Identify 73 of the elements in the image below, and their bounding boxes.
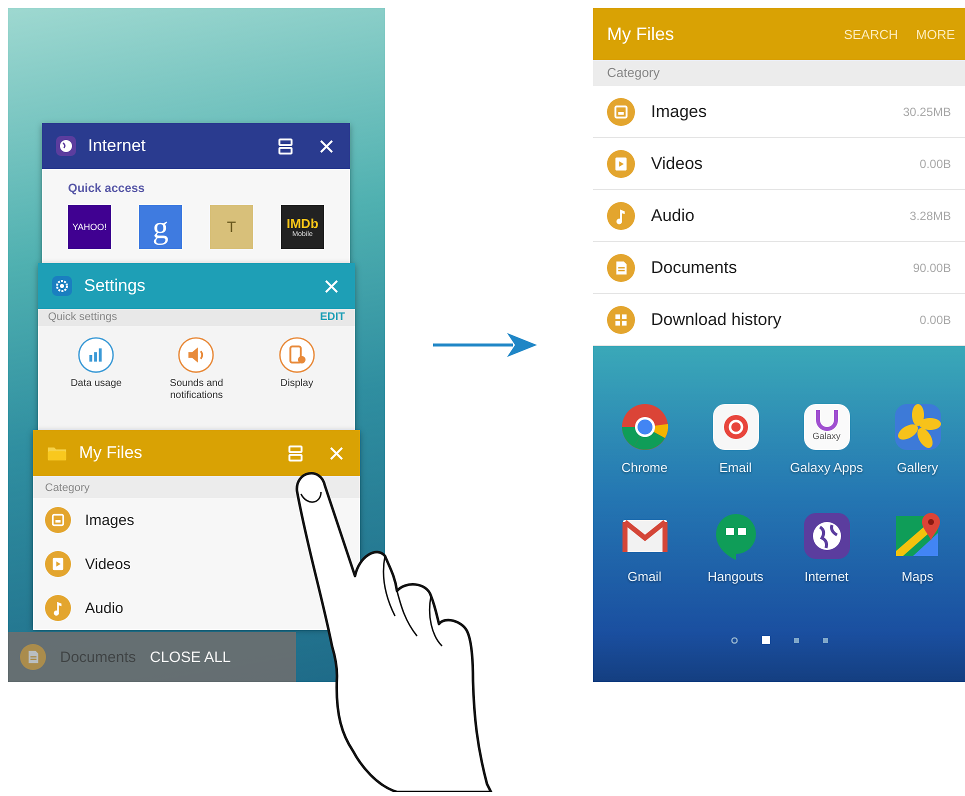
browser-circle-icon[interactable] [620,402,670,452]
category-size: 30.25MB [902,104,951,118]
quick-setting-label: Data usage [70,378,123,390]
split-screen-icon[interactable] [278,138,293,154]
icon-logo-text: Galaxy [811,431,842,441]
flower-icon[interactable] [892,402,942,452]
close-all-button[interactable]: CLOSE ALL [148,646,233,668]
tile-logo-text: T [226,218,236,236]
tile-logo-text: YAHOO! [72,222,107,232]
category-name: Audio [85,600,124,616]
play-icon [45,551,71,577]
app-title: My Files [79,443,144,463]
globe-icon[interactable] [802,511,852,561]
category-row[interactable]: Videos [33,542,143,586]
category-name: Videos [85,556,131,572]
document-icon [20,644,46,670]
category-size: 90.00B [912,260,951,274]
category-size: 3.28MB [910,208,951,222]
page-indicator[interactable] [762,636,770,644]
section-label: Quick settings [48,311,118,323]
tile-logo-text: IMDb [286,216,318,231]
category-size: 0.00B [920,156,951,170]
category-name: Images [85,512,134,528]
app-title: My Files [607,24,675,44]
category-row[interactable]: Videos 0.00B [593,138,965,190]
recent-app-card[interactable]: Settings Quick settings EDIT Data usage Sounds and notifications Display [38,263,355,430]
document-icon [607,254,635,282]
quick-setting-label: Sounds and notifications [168,378,224,402]
picture-icon [607,98,635,126]
bar-chart-icon[interactable] [77,336,116,374]
category-name: Images [651,102,708,122]
app-label[interactable]: Internet [804,569,849,584]
category-size: 0.00B [920,312,951,326]
tile-logo-text: g [152,211,168,243]
category-name: Documents [651,258,738,278]
tablet-icon[interactable] [278,336,316,374]
app-label[interactable]: Maps [902,569,934,584]
recent-app-card[interactable]: My Files Category Images Videos Audio [33,430,360,628]
category-row[interactable]: Audio [33,586,136,630]
section-label: Category [607,65,660,80]
app-label[interactable]: Hangouts [708,569,764,584]
speaker-icon[interactable] [177,336,216,374]
music-note-icon [45,595,71,621]
shortcut-tile[interactable]: T [210,205,253,249]
home-page-indicator[interactable] [730,636,738,644]
shortcut-tile[interactable]: g [139,205,182,249]
store-icon[interactable] [802,402,852,452]
settings-icon [52,276,72,296]
section-label: Category [45,482,90,494]
category-name: Audio [651,206,696,226]
category-row[interactable]: Images 30.25MB [593,86,965,138]
app-label[interactable]: Chrome [621,460,668,475]
category-row[interactable]: Download history 0.00B [593,294,965,346]
play-icon [607,150,635,178]
close-icon[interactable] [319,138,334,154]
category-name: Download history [651,310,782,330]
category-row[interactable]: Audio 3.28MB [593,190,965,242]
section-label: Quick access [68,181,146,195]
quick-setting-label: Display [279,378,314,390]
category-row[interactable]: Images [33,498,146,542]
app-label[interactable]: Email [719,460,752,475]
music-note-icon [607,202,635,230]
category-name: Videos [651,154,704,174]
app-label[interactable]: Galaxy Apps [790,460,863,475]
app-label[interactable]: Gmail [628,569,662,584]
grid-icon [607,306,635,334]
app-title: Settings [84,276,146,296]
shortcut-tile[interactable]: YAHOO! [68,205,111,249]
app-label[interactable]: Gallery [896,460,938,475]
picture-icon [45,507,71,533]
category-row[interactable]: Documents 90.00B [593,242,965,294]
app-title: Internet [88,136,147,156]
globe-icon [56,136,76,156]
